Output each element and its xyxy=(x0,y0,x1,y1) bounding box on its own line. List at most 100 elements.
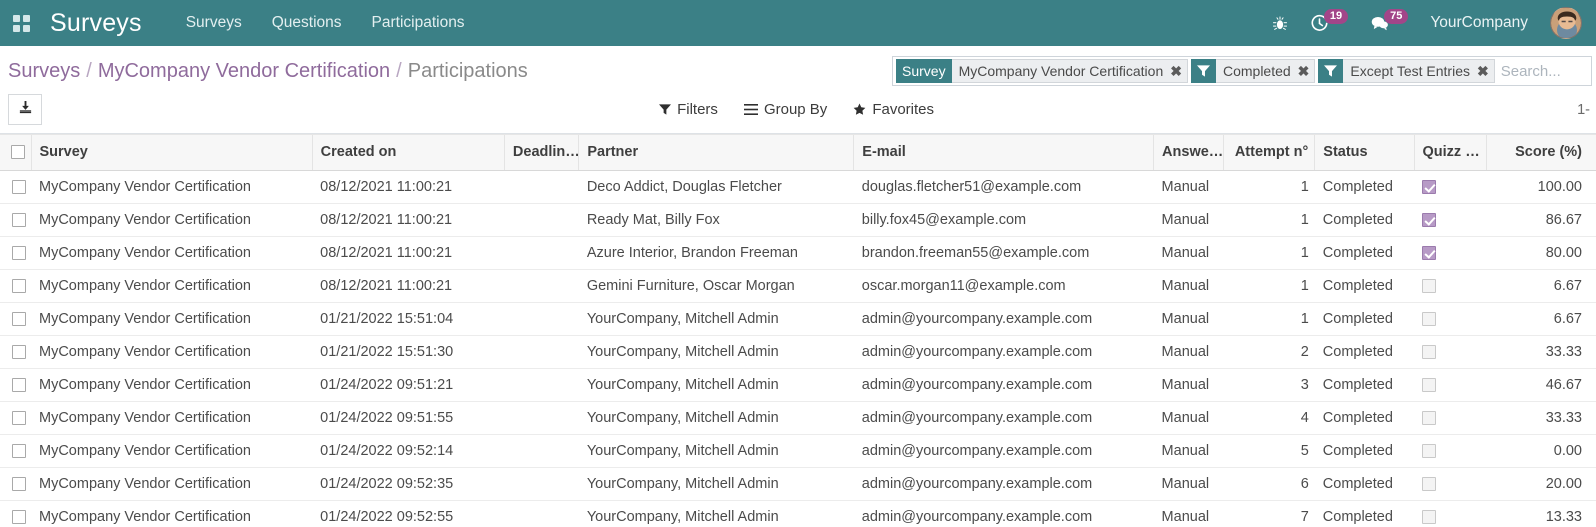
row-select-checkbox[interactable] xyxy=(11,279,26,294)
breadcrumb-item-survey-record[interactable]: MyCompany Vendor Certification xyxy=(98,60,390,83)
favorites-dropdown-button[interactable]: Favorites xyxy=(853,101,934,118)
row-select-cell[interactable] xyxy=(0,500,31,527)
cell-quizz[interactable] xyxy=(1414,203,1487,237)
quizz-passed-checkbox[interactable] xyxy=(1422,312,1436,327)
row-select-checkbox[interactable] xyxy=(11,510,26,525)
quizz-passed-checkbox[interactable] xyxy=(1422,213,1436,228)
column-header-created-on[interactable]: Created on xyxy=(311,134,505,171)
table-row[interactable]: MyCompany Vendor Certification 08/12/2021… xyxy=(0,236,1596,270)
column-header-deadline[interactable]: Deadlin… xyxy=(503,134,579,171)
cell-partner: YourCompany, Mitchell Admin xyxy=(578,467,854,501)
row-select-checkbox[interactable] xyxy=(11,345,26,360)
row-select-cell[interactable] xyxy=(0,269,31,303)
breadcrumb-item-surveys[interactable]: Surveys xyxy=(8,60,80,83)
column-header-score[interactable]: Score (%) xyxy=(1485,134,1596,171)
select-all-checkbox[interactable] xyxy=(11,145,26,160)
column-header-select-all[interactable] xyxy=(0,134,31,171)
table-row[interactable]: MyCompany Vendor Certification 08/12/2021… xyxy=(0,170,1596,204)
cell-partner: Ready Mat, Billy Fox xyxy=(578,203,854,237)
quizz-passed-checkbox[interactable] xyxy=(1422,345,1436,360)
cell-quizz[interactable] xyxy=(1414,500,1487,527)
avatar[interactable] xyxy=(1550,7,1582,39)
row-select-cell[interactable] xyxy=(0,467,31,501)
cell-attempt: 1 xyxy=(1223,236,1315,270)
nav-menu-participations[interactable]: Participations xyxy=(372,14,465,32)
export-button[interactable] xyxy=(8,94,42,125)
table-row[interactable]: MyCompany Vendor Certification 01/24/2022… xyxy=(0,467,1596,501)
pager[interactable]: 1- xyxy=(1551,102,1590,118)
search-input[interactable] xyxy=(1500,62,1591,80)
row-select-checkbox[interactable] xyxy=(11,444,26,459)
company-switcher[interactable]: YourCompany xyxy=(1430,14,1528,32)
quizz-passed-checkbox[interactable] xyxy=(1422,477,1436,492)
table-row[interactable]: MyCompany Vendor Certification 08/12/2021… xyxy=(0,203,1596,237)
row-select-cell[interactable] xyxy=(0,368,31,402)
quizz-passed-checkbox[interactable] xyxy=(1422,246,1436,261)
table-row[interactable]: MyCompany Vendor Certification 01/24/2022… xyxy=(0,500,1596,527)
row-select-checkbox[interactable] xyxy=(11,180,26,195)
remove-facet-icon[interactable]: ✖ xyxy=(1298,63,1310,80)
column-header-quizz[interactable]: Quizz … xyxy=(1413,134,1487,171)
row-select-cell[interactable] xyxy=(0,335,31,369)
column-header-attempt[interactable]: Attempt n° xyxy=(1223,134,1315,171)
row-select-cell[interactable] xyxy=(0,302,31,336)
row-select-checkbox[interactable] xyxy=(11,312,26,327)
activities-menu[interactable]: 19 xyxy=(1310,8,1349,33)
cell-quizz[interactable] xyxy=(1414,401,1487,435)
quizz-passed-checkbox[interactable] xyxy=(1422,279,1436,294)
table-row[interactable]: MyCompany Vendor Certification 01/24/2022… xyxy=(0,401,1596,435)
cell-created-on: 08/12/2021 11:00:21 xyxy=(312,203,505,237)
filters-dropdown-button[interactable]: Filters xyxy=(659,101,718,118)
messages-menu[interactable]: 75 xyxy=(1370,8,1409,32)
cell-quizz[interactable] xyxy=(1414,368,1487,402)
quizz-passed-checkbox[interactable] xyxy=(1422,411,1436,426)
row-select-checkbox[interactable] xyxy=(11,477,26,492)
row-select-cell[interactable] xyxy=(0,170,31,204)
search-facet-except-test-entries[interactable]: Except Test Entries ✖ xyxy=(1318,59,1495,83)
search-facet-survey[interactable]: Survey MyCompany Vendor Certification ✖ xyxy=(896,59,1188,83)
row-select-checkbox[interactable] xyxy=(11,411,26,426)
quizz-passed-checkbox[interactable] xyxy=(1422,180,1436,195)
table-row[interactable]: MyCompany Vendor Certification 01/24/2022… xyxy=(0,368,1596,402)
column-header-email[interactable]: E-mail xyxy=(853,134,1154,171)
bug-icon[interactable] xyxy=(1272,15,1288,32)
cell-quizz[interactable] xyxy=(1414,467,1487,501)
cell-answered: Manual xyxy=(1153,368,1224,402)
cell-quizz[interactable] xyxy=(1414,236,1487,270)
table-row[interactable]: MyCompany Vendor Certification 01/21/2022… xyxy=(0,302,1596,336)
row-select-checkbox[interactable] xyxy=(11,378,26,393)
column-header-survey[interactable]: Survey xyxy=(30,134,313,171)
remove-facet-icon[interactable]: ✖ xyxy=(1477,63,1489,80)
cell-quizz[interactable] xyxy=(1414,434,1487,468)
cell-quizz[interactable] xyxy=(1414,302,1487,336)
row-select-cell[interactable] xyxy=(0,203,31,237)
row-select-checkbox[interactable] xyxy=(11,213,26,228)
app-brand-title[interactable]: Surveys xyxy=(50,9,142,38)
column-header-partner[interactable]: Partner xyxy=(578,134,854,171)
cell-quizz[interactable] xyxy=(1414,269,1487,303)
apps-menu-button[interactable] xyxy=(0,0,42,46)
table-row[interactable]: MyCompany Vendor Certification 01/24/2022… xyxy=(0,434,1596,468)
cell-quizz[interactable] xyxy=(1414,170,1487,204)
groupby-dropdown-button[interactable]: Group By xyxy=(743,101,827,118)
quizz-passed-checkbox[interactable] xyxy=(1422,444,1436,459)
nav-menu-questions[interactable]: Questions xyxy=(272,14,342,32)
remove-facet-icon[interactable]: ✖ xyxy=(1170,63,1182,80)
row-select-checkbox[interactable] xyxy=(11,246,26,261)
cell-score: 33.33 xyxy=(1486,401,1596,435)
cell-quizz[interactable] xyxy=(1414,335,1487,369)
row-select-cell[interactable] xyxy=(0,434,31,468)
table-row[interactable]: MyCompany Vendor Certification 08/12/2021… xyxy=(0,269,1596,303)
cell-status: Completed xyxy=(1314,335,1414,369)
nav-menu-surveys[interactable]: Surveys xyxy=(186,14,242,32)
search-facet-completed[interactable]: Completed ✖ xyxy=(1190,59,1316,83)
cell-answered: Manual xyxy=(1153,302,1224,336)
row-select-cell[interactable] xyxy=(0,236,31,270)
quizz-passed-checkbox[interactable] xyxy=(1422,510,1436,525)
table-row[interactable]: MyCompany Vendor Certification 01/21/2022… xyxy=(0,335,1596,369)
cell-email: admin@yourcompany.example.com xyxy=(853,500,1154,527)
quizz-passed-checkbox[interactable] xyxy=(1422,378,1436,393)
row-select-cell[interactable] xyxy=(0,401,31,435)
column-header-status[interactable]: Status xyxy=(1314,134,1414,171)
column-header-answered[interactable]: Answe… xyxy=(1153,134,1224,171)
